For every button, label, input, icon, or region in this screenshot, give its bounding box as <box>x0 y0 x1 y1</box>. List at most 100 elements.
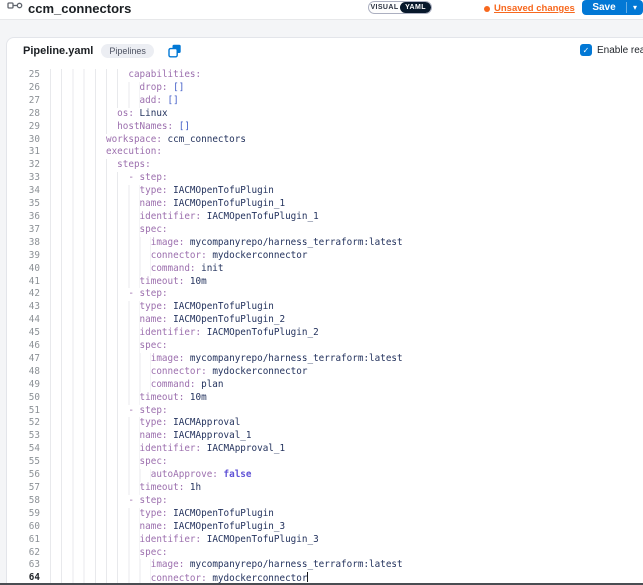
code-line[interactable]: 55spec: <box>7 456 643 469</box>
line-number: 50 <box>7 392 40 405</box>
code-line[interactable]: 54identifier: IACMApproval_1 <box>7 443 643 456</box>
indent-guides <box>50 379 151 392</box>
indent-guides <box>50 495 128 508</box>
code-line[interactable]: 31execution: <box>7 146 643 159</box>
filename-label: Pipeline.yaml <box>23 45 93 57</box>
indent-guides <box>50 405 128 418</box>
enable-readonly-control: ✓ Enable read/ <box>580 44 643 56</box>
enable-readonly-checkbox[interactable]: ✓ <box>580 44 592 56</box>
code-line[interactable]: 45identifier: IACMOpenTofuPlugin_2 <box>7 327 643 340</box>
code-line[interactable]: 42- step: <box>7 288 643 301</box>
indent-guides <box>50 559 151 572</box>
line-number: 60 <box>7 521 40 534</box>
indent-guides <box>50 237 151 250</box>
pipeline-icon <box>7 2 23 21</box>
line-number: 55 <box>7 456 40 469</box>
code-line[interactable]: 50timeout: 10m <box>7 392 643 405</box>
yaml-editor[interactable]: 25capabilities:26drop: []27add: []28os: … <box>7 64 643 585</box>
code-line[interactable]: 46spec: <box>7 340 643 353</box>
line-number: 57 <box>7 482 40 495</box>
line-number: 37 <box>7 224 40 237</box>
code-line[interactable]: 60name: IACMOpenTofuPlugin_3 <box>7 521 643 534</box>
code-line[interactable]: 37spec: <box>7 224 643 237</box>
code-line[interactable]: 35name: IACMOpenTofuPlugin_1 <box>7 198 643 211</box>
indent-guides <box>50 353 151 366</box>
code-line[interactable]: 53name: IACMApproval_1 <box>7 430 643 443</box>
copy-icon[interactable] <box>168 44 182 58</box>
code-line[interactable]: 25capabilities: <box>7 69 643 82</box>
save-button[interactable]: Save <box>582 0 626 15</box>
top-header: ccm_connectors VISUAL YAML Unsaved chang… <box>0 0 643 20</box>
code-line[interactable]: 57timeout: 1h <box>7 482 643 495</box>
line-number: 51 <box>7 405 40 418</box>
indent-guides <box>50 327 140 340</box>
indent-guides <box>50 456 140 469</box>
code-line[interactable]: 29hostNames: [] <box>7 121 643 134</box>
indent-guides <box>50 521 140 534</box>
line-number: 62 <box>7 547 40 560</box>
line-number: 44 <box>7 314 40 327</box>
save-split-button: Save ▾ <box>582 0 643 15</box>
line-number: 56 <box>7 469 40 482</box>
code-line[interactable]: 32steps: <box>7 159 643 172</box>
code-line[interactable]: 63image: mycompanyrepo/harness_terraform… <box>7 559 643 572</box>
line-number: 25 <box>7 69 40 82</box>
unsaved-changes-link[interactable]: Unsaved changes <box>494 3 575 14</box>
chevron-down-icon[interactable]: ▾ <box>627 0 643 15</box>
line-number: 52 <box>7 417 40 430</box>
code-line[interactable]: 52type: IACMApproval <box>7 417 643 430</box>
unsaved-dot-icon <box>484 6 490 12</box>
text-cursor <box>307 572 308 582</box>
code-line[interactable]: 58- step: <box>7 495 643 508</box>
indent-guides <box>50 224 140 237</box>
code-line[interactable]: 40command: init <box>7 263 643 276</box>
code-line[interactable]: 44name: IACMOpenTofuPlugin_2 <box>7 314 643 327</box>
line-number: 35 <box>7 198 40 211</box>
yaml-panel: Pipeline.yaml Pipelines ✓ Enable read/ 2… <box>6 37 643 585</box>
line-number: 33 <box>7 172 40 185</box>
line-number: 39 <box>7 250 40 263</box>
code-line[interactable]: 36identifier: IACMOpenTofuPlugin_1 <box>7 211 643 224</box>
code-line[interactable]: 26drop: [] <box>7 82 643 95</box>
code-line[interactable]: 38image: mycompanyrepo/harness_terraform… <box>7 237 643 250</box>
line-number: 48 <box>7 366 40 379</box>
indent-guides <box>50 417 140 430</box>
line-number: 54 <box>7 443 40 456</box>
indent-guides <box>50 392 140 405</box>
indent-guides <box>50 534 140 547</box>
tab-yaml[interactable]: YAML <box>400 2 431 13</box>
tab-visual[interactable]: VISUAL <box>369 2 400 13</box>
line-number: 34 <box>7 185 40 198</box>
indent-guides <box>50 430 140 443</box>
code-line[interactable]: 49command: plan <box>7 379 643 392</box>
code-line[interactable]: 27add: [] <box>7 95 643 108</box>
indent-guides <box>50 547 140 560</box>
indent-guides <box>50 301 140 314</box>
indent-guides <box>50 121 117 134</box>
code-line[interactable]: 48connector: mydockerconnector <box>7 366 643 379</box>
indent-guides <box>50 198 140 211</box>
code-line[interactable]: 61identifier: IACMOpenTofuPlugin_3 <box>7 534 643 547</box>
code-line[interactable]: 56autoApprove: false <box>7 469 643 482</box>
line-number: 40 <box>7 263 40 276</box>
code-line[interactable]: 33- step: <box>7 172 643 185</box>
code-line[interactable]: 30workspace: ccm_connectors <box>7 134 643 147</box>
code-line[interactable]: 41timeout: 10m <box>7 276 643 289</box>
code-line[interactable]: 43type: IACMOpenTofuPlugin <box>7 301 643 314</box>
code-line[interactable]: 51- step: <box>7 405 643 418</box>
line-number: 63 <box>7 559 40 572</box>
enable-readonly-label: Enable read/ <box>597 45 643 56</box>
unsaved-changes[interactable]: Unsaved changes <box>484 3 575 14</box>
line-number: 30 <box>7 134 40 147</box>
visual-yaml-toggle: VISUAL YAML <box>368 1 432 14</box>
code-line[interactable]: 47image: mycompanyrepo/harness_terraform… <box>7 353 643 366</box>
code-line[interactable]: 62spec: <box>7 547 643 560</box>
line-number: 53 <box>7 430 40 443</box>
code-line[interactable]: 34type: IACMOpenTofuPlugin <box>7 185 643 198</box>
code-line[interactable]: 39connector: mydockerconnector <box>7 250 643 263</box>
indent-guides <box>50 366 151 379</box>
indent-guides <box>50 159 117 172</box>
code-line[interactable]: 28os: Linux <box>7 108 643 121</box>
line-number: 31 <box>7 146 40 159</box>
code-line[interactable]: 59type: IACMOpenTofuPlugin <box>7 508 643 521</box>
